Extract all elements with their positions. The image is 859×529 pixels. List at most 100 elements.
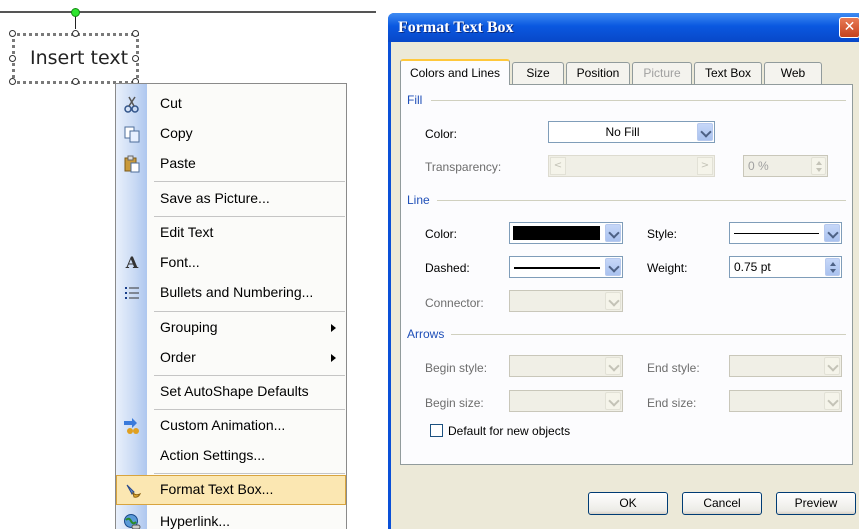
rotation-handle[interactable] (71, 8, 80, 17)
menu-item-label: Save as Picture... (160, 190, 270, 206)
menu-item-label: Copy (160, 125, 193, 141)
arrows-group-divider (451, 334, 846, 335)
menu-item-label: Format Text Box... (160, 481, 274, 497)
menu-item-label: Action Settings... (160, 447, 266, 463)
resize-handle-left[interactable] (9, 55, 16, 62)
menu-item-set-autoshape-defaults[interactable]: Set AutoShape Defaults (116, 377, 346, 407)
chevron-down-icon[interactable] (605, 258, 621, 276)
menu-item-save-as-picture[interactable]: Save as Picture... (116, 184, 346, 214)
line-style-sample (734, 233, 819, 234)
tab-colors-and-lines[interactable]: Colors and Lines (400, 59, 510, 85)
end-style-dropdown (729, 355, 842, 377)
fill-color-label: Color: (425, 127, 458, 141)
menu-item-order[interactable]: Order (116, 343, 346, 373)
menu-item-font[interactable]: A Font... (116, 248, 346, 278)
textbox-text[interactable]: Insert text (30, 47, 128, 69)
menu-item-label: Custom Animation... (160, 417, 286, 433)
menu-separator (154, 375, 345, 376)
chevron-down-icon[interactable] (824, 224, 840, 242)
chevron-down-icon (824, 357, 840, 375)
bullets-icon (122, 284, 142, 302)
menu-item-label: Paste (160, 155, 196, 171)
chevron-down-icon (605, 292, 621, 310)
menu-separator (154, 473, 345, 474)
menu-item-label: Set AutoShape Defaults (160, 383, 309, 399)
spinner-buttons[interactable] (825, 258, 840, 276)
chevron-down-icon (605, 392, 621, 410)
line-color-swatch (513, 226, 600, 240)
resize-handle-bottom-left[interactable] (9, 78, 16, 85)
end-size-dropdown (729, 390, 842, 412)
arrows-group-label: Arrows (407, 327, 445, 341)
tab-web[interactable]: Web (764, 62, 822, 84)
weight-value[interactable]: 0.75 pt (734, 260, 771, 274)
cancel-button[interactable]: Cancel (682, 492, 762, 515)
chevron-down-icon (605, 357, 621, 375)
menu-item-label: Hyperlink... (160, 513, 231, 529)
tab-picture: Picture (632, 62, 692, 84)
menu-item-bullets-and-numbering[interactable]: Bullets and Numbering... (116, 278, 346, 308)
default-for-new-objects-label[interactable]: Default for new objects (448, 424, 570, 438)
line-group-label: Line (407, 193, 430, 207)
line-color-label: Color: (425, 227, 458, 241)
format-text-box-dialog: Format Text Box ✕ Colors and Lines Size … (388, 13, 859, 529)
close-icon[interactable]: ✕ (839, 17, 859, 38)
resize-handle-top[interactable] (72, 30, 79, 37)
fill-color-value: No Fill (605, 125, 640, 139)
submenu-arrow-icon (331, 354, 336, 362)
end-style-label: End style: (647, 361, 700, 375)
menu-item-paste[interactable]: Paste (116, 149, 346, 179)
tab-position[interactable]: Position (566, 62, 630, 84)
dashed-dropdown[interactable] (509, 256, 623, 278)
dialog-title-bar[interactable]: Format Text Box ✕ (388, 13, 859, 42)
line-color-dropdown[interactable] (509, 222, 623, 244)
resize-handle-top-right[interactable] (132, 30, 139, 37)
menu-item-edit-text[interactable]: Edit Text (116, 218, 346, 248)
weight-spinner[interactable]: 0.75 pt (729, 256, 842, 278)
resize-handle-right[interactable] (132, 55, 139, 62)
menu-separator (154, 311, 345, 312)
preview-button[interactable]: Preview (776, 492, 856, 515)
slider-left-arrow-icon: < (550, 157, 566, 175)
resize-handle-top-left[interactable] (9, 30, 16, 37)
menu-item-action-settings[interactable]: Action Settings... (116, 441, 346, 471)
chevron-down-icon[interactable] (697, 123, 713, 141)
format-textbox-icon (123, 482, 143, 500)
fill-color-dropdown[interactable]: No Fill (548, 121, 715, 143)
tab-text-box[interactable]: Text Box (694, 62, 762, 84)
ok-button[interactable]: OK (588, 492, 668, 515)
fill-group-label: Fill (407, 93, 423, 107)
weight-label: Weight: (647, 261, 688, 275)
menu-separator (154, 216, 345, 217)
slider-right-arrow-icon: > (697, 157, 713, 175)
default-for-new-objects-checkbox[interactable] (430, 424, 443, 437)
line-style-dropdown[interactable] (729, 222, 842, 244)
menu-item-label: Order (160, 349, 196, 365)
hyperlink-icon (122, 513, 142, 529)
menu-item-label: Font... (160, 254, 200, 270)
chevron-down-icon (824, 392, 840, 410)
transparency-label: Transparency: (425, 160, 502, 174)
menu-item-hyperlink[interactable]: Hyperlink... (116, 507, 346, 529)
connector-dropdown (509, 290, 623, 312)
transparency-value: 0 % (748, 159, 769, 173)
menu-item-cut[interactable]: Cut (116, 89, 346, 119)
paste-icon (122, 155, 142, 173)
menu-item-custom-animation[interactable]: Custom Animation... (116, 411, 346, 441)
animation-icon (122, 417, 142, 435)
menu-separator (154, 181, 345, 182)
dashed-label: Dashed: (425, 261, 470, 275)
dialog-title: Format Text Box (398, 19, 514, 36)
menu-item-copy[interactable]: Copy (116, 119, 346, 149)
connector-label: Connector: (425, 296, 484, 310)
transparency-slider: < > (548, 155, 715, 177)
tab-size[interactable]: Size (512, 62, 564, 84)
resize-handle-bottom[interactable] (72, 78, 79, 85)
selected-textbox[interactable]: Insert text (9, 30, 139, 85)
chevron-down-icon[interactable] (605, 224, 621, 242)
menu-item-grouping[interactable]: Grouping (116, 313, 346, 343)
begin-size-dropdown (509, 390, 623, 412)
menu-item-label: Edit Text (160, 224, 214, 240)
submenu-arrow-icon (331, 324, 336, 332)
menu-item-format-text-box[interactable]: Format Text Box... (116, 475, 346, 505)
